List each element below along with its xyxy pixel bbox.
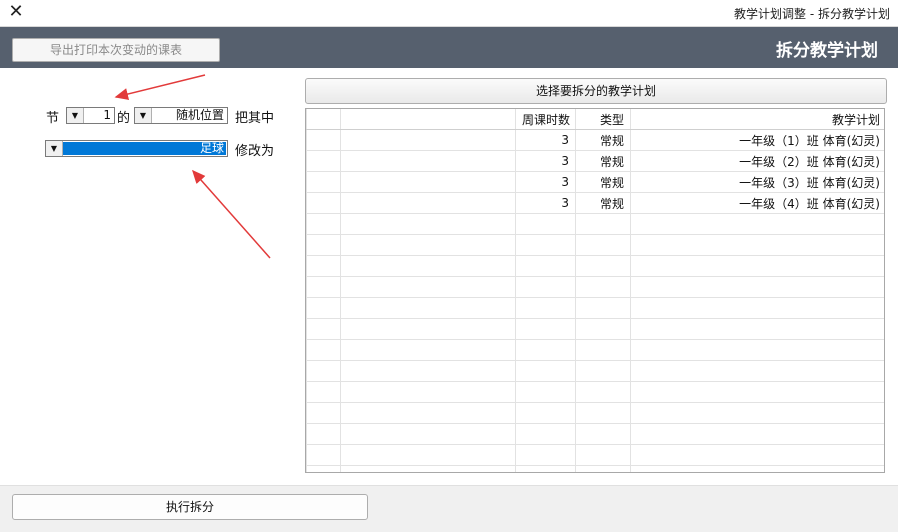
- row-indicator-header: [306, 109, 341, 130]
- subject-combo-value: 足球: [199, 141, 224, 155]
- cell-hours: 3: [515, 150, 576, 172]
- empty-table-row: [306, 297, 884, 319]
- table-row[interactable]: 3 常规 一年级（3）班 体育(幻灵): [306, 171, 884, 193]
- position-combo[interactable]: ▼ 随机位置: [134, 107, 228, 124]
- subject-combo[interactable]: ▼ 足球: [45, 140, 228, 157]
- table-header-row: 周课时数 类型 教学计划: [306, 109, 884, 130]
- window-title: 教学计划调整 - 拆分教学计划: [734, 7, 890, 21]
- close-icon[interactable]: ✕: [6, 2, 26, 22]
- count-combo-value: 1: [103, 108, 111, 122]
- empty-table-row: [306, 444, 884, 466]
- cell-plan: 一年级（2）班 体育(幻灵): [630, 150, 884, 172]
- count-combo[interactable]: ▼ 1: [66, 107, 115, 124]
- empty-table-row: [306, 255, 884, 277]
- header-title: 拆分教学计划: [776, 41, 878, 61]
- plan-table: 周课时数 类型 教学计划 3 常规 一年级（1）班 体育(幻灵) 3 常规 一年…: [305, 108, 885, 473]
- row1-prefix-label: 把其中: [235, 111, 275, 126]
- cell-hours: 3: [515, 171, 576, 193]
- cell-plan: 一年级（1）班 体育(幻灵): [630, 129, 884, 151]
- window-titlebar: ✕ 教学计划调整 - 拆分教学计划: [0, 0, 898, 27]
- arrow-annotation: [192, 169, 271, 259]
- cell-type: 常规: [575, 171, 631, 193]
- empty-table-row: [306, 465, 884, 472]
- cell-hours: 3: [515, 129, 576, 151]
- row2-prefix-label: 修改为: [235, 144, 275, 159]
- empty-table-row: [306, 213, 884, 235]
- arrow-annotation: [114, 74, 206, 100]
- empty-table-row: [306, 423, 884, 445]
- column-header-plan[interactable]: 教学计划: [630, 109, 884, 130]
- empty-table-row: [306, 381, 884, 403]
- column-header-hours[interactable]: 周课时数: [515, 109, 576, 130]
- empty-table-row: [306, 276, 884, 298]
- position-combo-value: 随机位置: [175, 108, 224, 122]
- table-row[interactable]: 3 常规 一年级（4）班 体育(幻灵): [306, 192, 884, 214]
- cell-type: 常规: [575, 192, 631, 214]
- cell-type: 常规: [575, 150, 631, 172]
- empty-table-row: [306, 234, 884, 256]
- cell-hours: 3: [515, 192, 576, 214]
- empty-table-row: [306, 339, 884, 361]
- empty-table-row: [306, 402, 884, 424]
- empty-table-row: [306, 318, 884, 340]
- export-print-button[interactable]: 导出打印本次变动的课表: [12, 38, 220, 62]
- chevron-down-icon[interactable]: ▼: [46, 141, 63, 156]
- table-row[interactable]: 3 常规 一年级（1）班 体育(幻灵): [306, 129, 884, 151]
- empty-table-row: [306, 360, 884, 382]
- cell-plan: 一年级（4）班 体育(幻灵): [630, 192, 884, 214]
- select-plan-button[interactable]: 选择要拆分的教学计划: [305, 78, 887, 104]
- chevron-down-icon[interactable]: ▼: [135, 108, 152, 123]
- cell-type: 常规: [575, 129, 631, 151]
- chevron-down-icon[interactable]: ▼: [67, 108, 84, 123]
- row1-suffix-label: 节: [46, 111, 60, 126]
- execute-split-button[interactable]: 执行拆分: [12, 494, 368, 520]
- column-header-type[interactable]: 类型: [575, 109, 631, 130]
- empty-column-header: [340, 109, 516, 130]
- table-row[interactable]: 3 常规 一年级（2）班 体育(幻灵): [306, 150, 884, 172]
- row1-middle-label: 的: [117, 111, 131, 126]
- cell-plan: 一年级（3）班 体育(幻灵): [630, 171, 884, 193]
